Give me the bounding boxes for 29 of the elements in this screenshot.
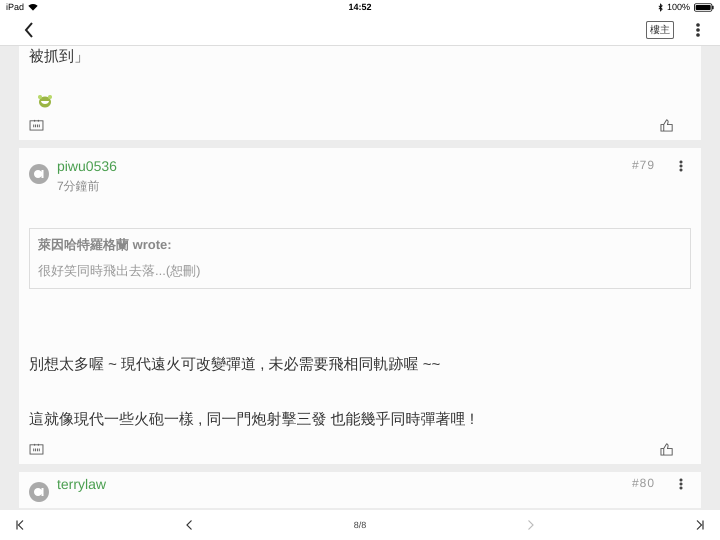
post-text: 被抓到」 bbox=[29, 47, 90, 67]
first-page-icon[interactable] bbox=[14, 519, 26, 531]
bluetooth-icon bbox=[658, 2, 663, 12]
post-number: #80 bbox=[632, 476, 655, 490]
battery-icon bbox=[694, 2, 714, 12]
quote-text: 很好笑同時飛出去落...(恕刪) bbox=[38, 263, 202, 279]
more-icon[interactable] bbox=[679, 478, 683, 490]
page-indicator: 8/8 bbox=[354, 520, 366, 530]
thumbs-up-icon[interactable] bbox=[660, 118, 675, 132]
last-page-icon[interactable] bbox=[694, 519, 706, 531]
avatar bbox=[29, 164, 49, 184]
more-icon[interactable] bbox=[696, 22, 700, 36]
smiley-icon bbox=[37, 94, 53, 108]
avatar bbox=[29, 482, 49, 502]
battery-level: 100% bbox=[666, 2, 690, 12]
back-icon[interactable] bbox=[24, 22, 34, 38]
clock: 14:52 bbox=[348, 2, 372, 12]
username-link[interactable]: terrylaw bbox=[57, 476, 632, 492]
post-number: #79 bbox=[632, 158, 655, 172]
op-badge[interactable]: 樓主 bbox=[646, 20, 674, 38]
post-paragraph: 這就像現代一些火砲一樣 , 同一門炮射擊三發 也能幾乎同時彈著哩 ! bbox=[29, 410, 476, 430]
username-link[interactable]: piwu0536 bbox=[57, 158, 632, 174]
wifi-icon bbox=[28, 3, 38, 11]
post-paragraph: 別想太多喔 ~ 現代遠火可改變彈道 , 未必需要飛相同軌跡喔 ~~ bbox=[29, 355, 442, 375]
thumbs-up-icon[interactable] bbox=[660, 442, 675, 456]
post-time: 7分鐘前 bbox=[57, 178, 101, 194]
quote-author: 萊因哈特羅格蘭 wrote: bbox=[38, 237, 173, 253]
device-name: iPad bbox=[6, 2, 24, 12]
more-icon[interactable] bbox=[679, 160, 683, 172]
